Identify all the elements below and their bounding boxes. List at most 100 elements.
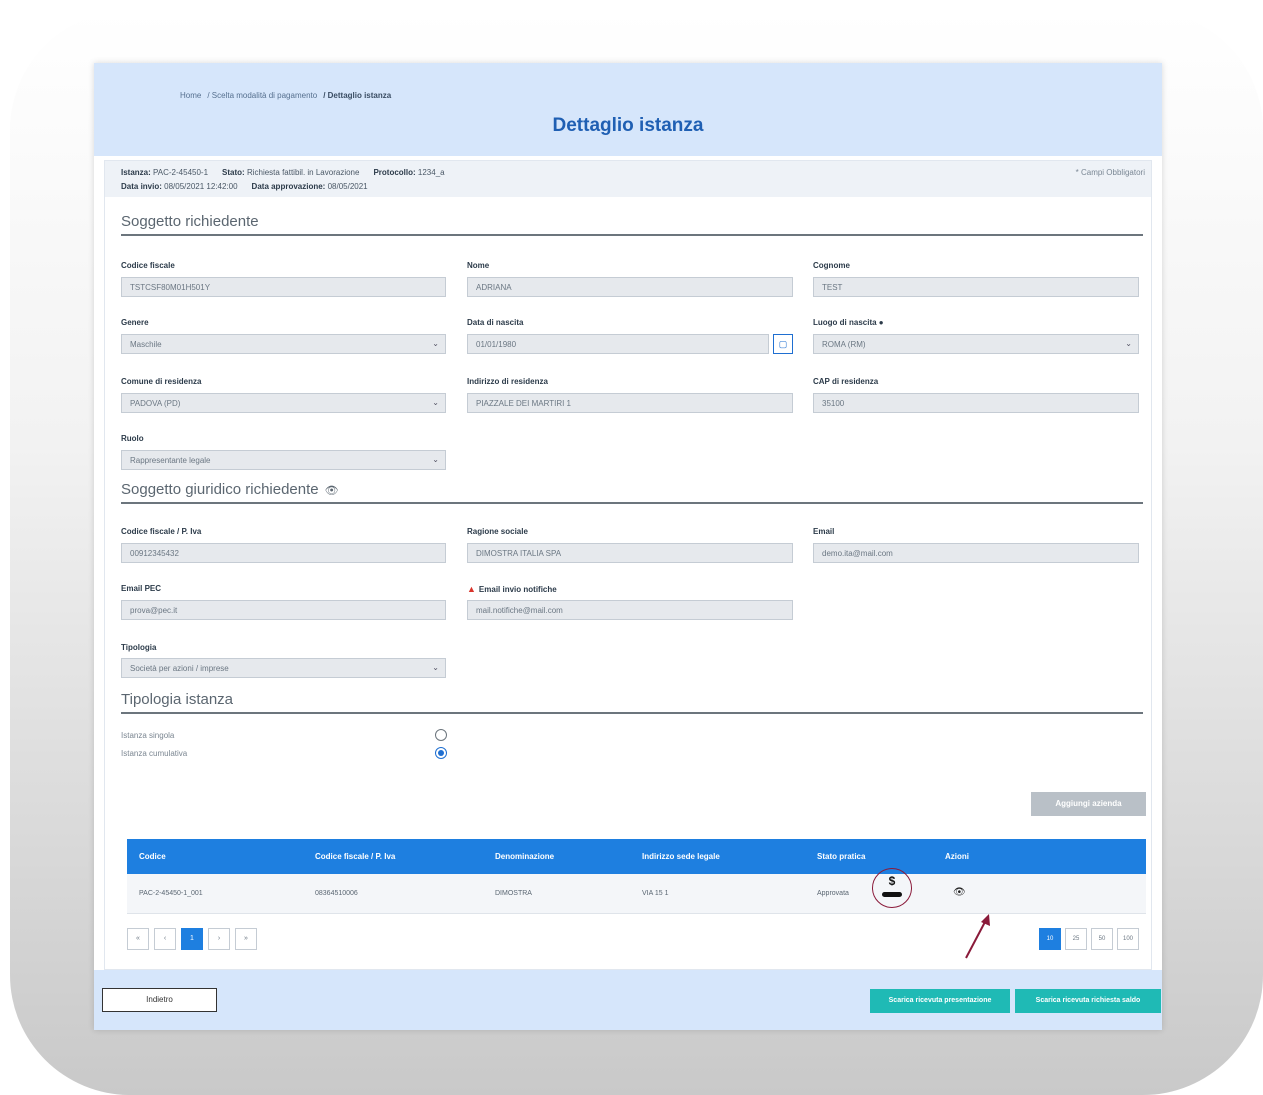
- email-pec-label: Email PEC: [121, 584, 162, 593]
- radio-singola[interactable]: [435, 729, 447, 741]
- tipologia-value: Società per azioni / imprese: [130, 664, 229, 673]
- data-nascita-label: Data di nascita: [467, 318, 524, 327]
- stato-label: Stato:: [222, 168, 245, 177]
- breadcrumb-home[interactable]: Home: [180, 91, 201, 100]
- page-size-50[interactable]: 50: [1091, 928, 1113, 950]
- ruolo-value: Rappresentante legale: [130, 456, 211, 465]
- email-notifiche-field[interactable]: mail.notifiche@mail.com: [467, 600, 793, 620]
- cognome-field[interactable]: TEST: [813, 277, 1139, 297]
- cell-codice: PAC-2-45450-1_001: [139, 890, 203, 897]
- col-denominazione: Denominazione: [495, 852, 555, 861]
- tipologia-label: Tipologia: [121, 643, 157, 652]
- chevron-down-icon: ⌄: [432, 455, 439, 464]
- cap-label: CAP di residenza: [813, 377, 879, 386]
- pagination: « ‹ 1 › »: [127, 928, 257, 950]
- breadcrumb-payment[interactable]: / Scelta modalità di pagamento: [207, 91, 317, 100]
- back-button[interactable]: Indietro: [102, 988, 217, 1012]
- add-company-button[interactable]: Aggiungi azienda: [1031, 792, 1146, 816]
- cf-piva-label: Codice fiscale / P. Iva: [121, 527, 202, 536]
- protocollo-value: 1234_a: [417, 168, 445, 177]
- ragione-sociale-label: Ragione sociale: [467, 527, 528, 536]
- data-invio-label: Data invio:: [121, 182, 162, 191]
- page: Home / Scelta modalità di pagamento / De…: [94, 63, 1162, 1030]
- section-soggetto-giuridico: Soggetto giuridico richiedente 👁: [121, 481, 1143, 504]
- data-approvazione-value: 08/05/2021: [327, 182, 368, 191]
- col-stato: Stato pratica: [817, 852, 866, 861]
- page-footer: Indietro Scarica ricevuta presentazione …: [94, 970, 1162, 1030]
- dollar-sign-icon: $: [888, 874, 896, 888]
- page-header: Home / Scelta modalità di pagamento / De…: [94, 63, 1162, 156]
- genere-select[interactable]: Maschile ⌄: [121, 334, 446, 354]
- genere-value: Maschile: [130, 340, 162, 349]
- page-size-25[interactable]: 25: [1065, 928, 1087, 950]
- radio-cumulativa[interactable]: [435, 747, 447, 759]
- nome-label: Nome: [467, 261, 490, 270]
- hand-icon: [882, 892, 902, 897]
- page-1[interactable]: 1: [181, 928, 203, 950]
- cell-stato: Approvata: [817, 890, 849, 897]
- col-azioni: Azioni: [945, 852, 969, 861]
- radio-cumulativa-label: Istanza cumulativa: [121, 749, 188, 758]
- email-pec-field[interactable]: prova@pec.it: [121, 600, 446, 620]
- comune-label: Comune di residenza: [121, 377, 202, 386]
- istanza-value: PAC-2-45450-1: [153, 168, 209, 177]
- comune-select[interactable]: PADOVA (PD) ⌄: [121, 393, 446, 413]
- luogo-nascita-label: Luogo di nascita ●: [813, 318, 884, 327]
- download-receipt-button[interactable]: Scarica ricevuta presentazione: [870, 989, 1010, 1013]
- codice-fiscale-field[interactable]: TSTCSF80M01H501Y: [121, 277, 446, 297]
- page-first[interactable]: «: [127, 928, 149, 950]
- page-next[interactable]: ›: [208, 928, 230, 950]
- table-row: PAC-2-45450-1_001 08364510006 DIMOSTRA V…: [127, 874, 1146, 914]
- cell-denominazione: DIMOSTRA: [495, 890, 532, 897]
- eye-icon[interactable]: 👁: [953, 887, 966, 898]
- col-cf-piva: Codice fiscale / P. Iva: [315, 852, 396, 861]
- stato-value: Richiesta fattibil. in Lavorazione: [246, 168, 360, 177]
- data-approvazione-label: Data approvazione:: [251, 182, 326, 191]
- page-last[interactable]: »: [235, 928, 257, 950]
- chevron-down-icon: ⌄: [432, 398, 439, 407]
- luogo-nascita-value: ROMA (RM): [822, 340, 866, 349]
- codice-fiscale-label: Codice fiscale: [121, 261, 175, 270]
- genere-label: Genere: [121, 318, 149, 327]
- chevron-down-icon: ⌄: [432, 663, 439, 672]
- warning-icon: ▲: [467, 584, 476, 594]
- luogo-nascita-select[interactable]: ROMA (RM) ⌄: [813, 334, 1139, 354]
- required-note: * Campi Obbligatori: [1075, 168, 1145, 177]
- email-label: Email: [813, 527, 835, 536]
- istanza-label: Istanza:: [121, 168, 151, 177]
- data-nascita-field[interactable]: 01/01/1980: [467, 334, 769, 354]
- page-size-10[interactable]: 10: [1039, 928, 1061, 950]
- section-soggetto: Soggetto richiedente: [121, 213, 1143, 236]
- cell-cf-piva: 08364510006: [315, 890, 358, 897]
- chevron-down-icon: ⌄: [1125, 339, 1132, 348]
- cognome-label: Cognome: [813, 261, 850, 270]
- calendar-icon[interactable]: ▢: [773, 334, 793, 354]
- cap-field[interactable]: 35100: [813, 393, 1139, 413]
- col-codice: Codice: [139, 852, 166, 861]
- table-header: Codice Codice fiscale / P. Iva Denominaz…: [127, 839, 1146, 874]
- nome-field[interactable]: ADRIANA: [467, 277, 793, 297]
- eye-icon[interactable]: 👁: [325, 485, 339, 497]
- chevron-down-icon: ⌄: [432, 339, 439, 348]
- email-notifiche-label: ▲ Email invio notifiche: [467, 584, 557, 594]
- indirizzo-label: Indirizzo di residenza: [467, 377, 548, 386]
- ruolo-label: Ruolo: [121, 434, 144, 443]
- email-field[interactable]: demo.ita@mail.com: [813, 543, 1139, 563]
- breadcrumb-current: / Dettaglio istanza: [323, 91, 392, 100]
- breadcrumb: Home / Scelta modalità di pagamento / De…: [180, 91, 391, 100]
- ruolo-select[interactable]: Rappresentante legale ⌄: [121, 450, 446, 470]
- download-balance-receipt-button[interactable]: Scarica ricevuta richiesta saldo: [1015, 989, 1161, 1013]
- protocollo-label: Protocollo:: [373, 168, 416, 177]
- indirizzo-field[interactable]: PIAZZALE DEI MARTIRI 1: [467, 393, 793, 413]
- page-size-selector: 10 25 50 100: [1039, 928, 1139, 950]
- tipologia-select[interactable]: Società per azioni / imprese ⌄: [121, 658, 446, 678]
- dollar-hand-icon[interactable]: $: [872, 868, 912, 908]
- info-icon: ●: [878, 318, 884, 327]
- annotation-arrow: [965, 914, 990, 959]
- main-panel: Istanza: PAC-2-45450-1 Stato: Richiesta …: [104, 160, 1152, 970]
- info-bar: Istanza: PAC-2-45450-1 Stato: Richiesta …: [105, 161, 1151, 197]
- ragione-sociale-field[interactable]: DIMOSTRA ITALIA SPA: [467, 543, 793, 563]
- page-size-100[interactable]: 100: [1117, 928, 1139, 950]
- cf-piva-field[interactable]: 00912345432: [121, 543, 446, 563]
- page-prev[interactable]: ‹: [154, 928, 176, 950]
